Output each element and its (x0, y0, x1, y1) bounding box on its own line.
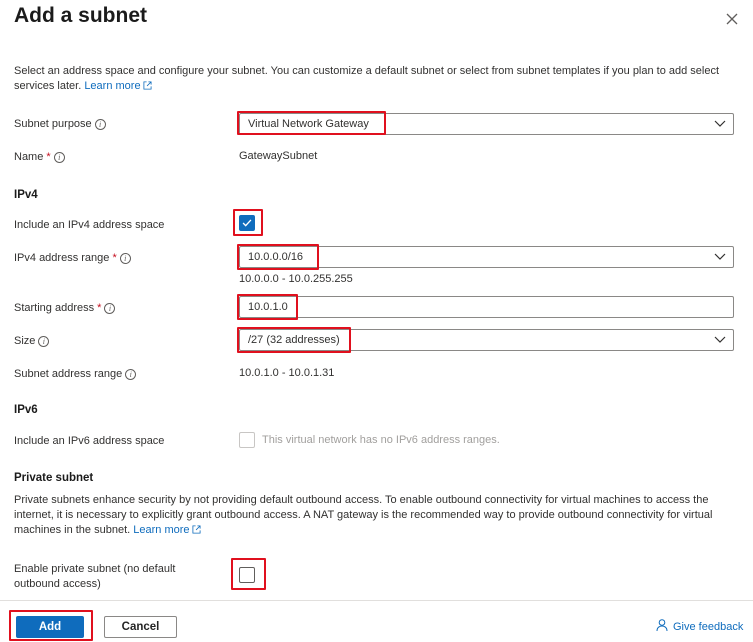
ipv6-disabled-text: This virtual network has no IPv6 address… (262, 434, 500, 446)
ipv6-section-heading: IPv6 (14, 404, 38, 416)
external-link-icon (143, 81, 152, 90)
size-value: /27 (32 addresses) (248, 334, 340, 346)
ipv4-section-heading: IPv4 (14, 189, 38, 201)
ipv4-range-label: IPv4 address range * i (14, 251, 131, 266)
name-label: Name * i (14, 150, 65, 165)
starting-address-label: Starting address * i (14, 301, 116, 316)
footer-divider (0, 600, 753, 601)
learn-more-link[interactable]: Learn more (84, 80, 152, 92)
include-ipv6-checkbox[interactable] (239, 432, 255, 448)
subnet-range-value: 10.0.1.0 - 10.0.1.31 (239, 367, 335, 379)
include-ipv4-checkbox[interactable] (239, 215, 255, 231)
checkmark-icon (242, 219, 252, 227)
dialog-title: Add a subnet (14, 4, 148, 27)
chevron-down-icon (714, 253, 726, 260)
ipv4-range-select[interactable]: 10.0.0.0/16 (239, 246, 734, 268)
intro-text: Select an address space and configure yo… (14, 64, 739, 94)
enable-private-checkbox[interactable] (239, 567, 255, 583)
size-select[interactable]: /27 (32 addresses) (239, 329, 734, 351)
include-ipv4-label: Include an IPv4 address space (14, 219, 165, 231)
ipv4-range-hint: 10.0.0.0 - 10.0.255.255 (239, 273, 353, 285)
starting-address-input[interactable]: 10.0.1.0 (239, 296, 734, 318)
info-icon[interactable]: i (125, 369, 137, 380)
info-icon[interactable]: i (104, 303, 116, 314)
subnet-purpose-label: Subnet purpose i (14, 117, 106, 132)
subnet-purpose-select[interactable]: Virtual Network Gateway (239, 113, 734, 135)
subnet-purpose-value: Virtual Network Gateway (248, 118, 369, 130)
enable-private-label: Enable private subnet (no default outbou… (14, 563, 176, 590)
give-feedback-link[interactable]: Give feedback (655, 618, 743, 633)
close-icon[interactable] (721, 8, 743, 30)
ipv4-range-value: 10.0.0.0/16 (248, 251, 304, 263)
info-icon[interactable]: i (94, 119, 106, 130)
add-button[interactable]: Add (16, 616, 84, 638)
subnet-range-label: Subnet address range i (14, 367, 137, 382)
starting-address-value: 10.0.1.0 (248, 301, 288, 313)
info-icon[interactable]: i (119, 253, 131, 264)
size-label: Size i (14, 334, 50, 349)
feedback-icon (656, 619, 668, 632)
learn-more-link[interactable]: Learn more (133, 524, 201, 536)
private-subnet-description: Private subnets enhance security by not … (14, 494, 713, 536)
private-subnet-heading: Private subnet (14, 472, 94, 484)
include-ipv6-label: Include an IPv6 address space (14, 435, 165, 447)
name-value: GatewaySubnet (239, 150, 318, 162)
chevron-down-icon (714, 336, 726, 343)
cancel-button[interactable]: Cancel (104, 616, 177, 638)
chevron-down-icon (714, 120, 726, 127)
external-link-icon (192, 525, 201, 534)
info-icon[interactable]: i (38, 336, 50, 347)
info-icon[interactable]: i (53, 152, 65, 163)
